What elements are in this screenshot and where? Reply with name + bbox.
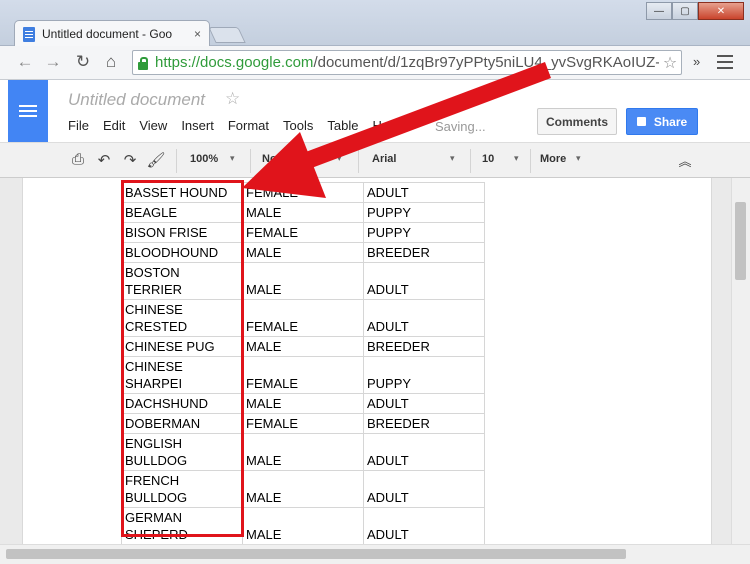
- cell-category[interactable]: ADULT: [363, 470, 485, 508]
- menu-format[interactable]: Format: [228, 118, 269, 133]
- cell-sex[interactable]: MALE: [242, 336, 364, 357]
- cell-sex[interactable]: MALE: [242, 433, 364, 471]
- more-caret-icon: ▾: [576, 153, 581, 163]
- cell-sex[interactable]: MALE: [242, 507, 364, 544]
- font-size-select[interactable]: 10: [482, 153, 494, 165]
- browser-tab[interactable]: Untitled document - Goo ×: [14, 20, 210, 47]
- browser-toolbar: ← → ↻ ⌂ https://docs.google.com/document…: [0, 46, 750, 80]
- menu-help[interactable]: Help: [372, 118, 399, 133]
- menu-view[interactable]: View: [139, 118, 167, 133]
- document-canvas: BASSET HOUND FEMALE ADULT BEAGLE MALE PUPPY BI…: [0, 178, 731, 544]
- menu-tools[interactable]: Tools: [283, 118, 313, 133]
- cell-category[interactable]: ADULT: [363, 393, 485, 414]
- share-button[interactable]: Share: [626, 108, 698, 135]
- extensions-overflow-button[interactable]: »: [693, 54, 700, 69]
- docs-menubar: File Edit View Insert Format Tools Table…: [68, 118, 413, 133]
- paint-format-icon[interactable]: 🖌: [146, 151, 166, 169]
- save-status: Saving...: [435, 119, 486, 134]
- cell-category[interactable]: BREEDER: [363, 336, 485, 357]
- cell-sex[interactable]: MALE: [242, 262, 364, 300]
- hamburger-menu-icon[interactable]: [717, 55, 733, 69]
- browser-titlebar: Untitled document - Goo × — ▢ ✕: [0, 0, 750, 47]
- docs-logo-icon[interactable]: [8, 80, 48, 142]
- undo-icon[interactable]: ↶: [94, 151, 114, 169]
- url-text: https://docs.google.com/document/d/1zqBr…: [155, 54, 659, 71]
- home-icon[interactable]: ⌂: [100, 52, 122, 72]
- menu-table[interactable]: Table: [327, 118, 358, 133]
- menu-edit[interactable]: Edit: [103, 118, 125, 133]
- menu-insert[interactable]: Insert: [181, 118, 214, 133]
- lock-icon: [636, 117, 646, 126]
- back-arrow-icon[interactable]: ←: [14, 52, 36, 72]
- cell-sex[interactable]: FEMALE: [242, 356, 364, 394]
- font-caret-icon: ▾: [450, 153, 455, 163]
- cell-category[interactable]: PUPPY: [363, 202, 485, 223]
- tab-title: Untitled document - Goo: [42, 27, 173, 41]
- bookmark-star-icon[interactable]: ☆: [659, 53, 681, 73]
- new-tab-button[interactable]: [208, 27, 246, 43]
- minimize-button[interactable]: —: [646, 2, 672, 20]
- cell-sex[interactable]: FEMALE: [242, 222, 364, 243]
- cell-category[interactable]: BREEDER: [363, 413, 485, 434]
- tab-close-icon[interactable]: ×: [194, 27, 201, 41]
- zoom-caret-icon: ▾: [230, 153, 235, 163]
- cell-category[interactable]: ADULT: [363, 299, 485, 337]
- size-caret-icon: ▾: [514, 153, 519, 163]
- maximize-button[interactable]: ▢: [672, 2, 698, 20]
- url-path: /document/d/1zqBr97yPPty5niLU4_yvSvgRKAo…: [313, 54, 659, 71]
- address-bar[interactable]: https://docs.google.com/document/d/1zqBr…: [132, 50, 682, 75]
- print-icon[interactable]: ⎙: [68, 151, 88, 168]
- collapse-toolbar-icon[interactable]: ︽: [675, 151, 695, 170]
- cell-category[interactable]: ADULT: [363, 433, 485, 471]
- more-menu[interactable]: More: [540, 153, 566, 165]
- forward-arrow-icon[interactable]: →: [42, 52, 64, 72]
- star-document-icon[interactable]: ☆: [225, 89, 240, 109]
- horizontal-scrollbar[interactable]: [0, 544, 750, 564]
- cell-sex[interactable]: MALE: [242, 242, 364, 263]
- cell-sex[interactable]: FEMALE: [242, 413, 364, 434]
- style-caret-icon: ▾: [337, 153, 342, 163]
- redo-icon[interactable]: ↷: [120, 151, 140, 169]
- cell-sex[interactable]: MALE: [242, 202, 364, 223]
- cell-category[interactable]: BREEDER: [363, 242, 485, 263]
- reload-icon[interactable]: ↻: [72, 52, 94, 72]
- zoom-select[interactable]: 100%: [190, 153, 218, 165]
- ssl-lock-icon: [137, 56, 149, 70]
- close-window-button[interactable]: ✕: [698, 2, 744, 20]
- cell-category[interactable]: ADULT: [363, 507, 485, 544]
- style-select[interactable]: Normal text: [262, 153, 323, 165]
- window-controls: — ▢ ✕: [646, 2, 744, 20]
- url-host: https://docs.google.com: [155, 54, 314, 71]
- font-select[interactable]: Arial: [372, 153, 396, 165]
- document-page[interactable]: BASSET HOUND FEMALE ADULT BEAGLE MALE PUPPY BI…: [22, 178, 712, 544]
- comments-button[interactable]: Comments: [537, 108, 617, 135]
- cell-sex[interactable]: MALE: [242, 470, 364, 508]
- vertical-scrollbar[interactable]: [731, 178, 750, 544]
- cell-category[interactable]: ADULT: [363, 262, 485, 300]
- cell-category[interactable]: PUPPY: [363, 222, 485, 243]
- cell-sex[interactable]: FEMALE: [242, 182, 364, 203]
- cell-category[interactable]: PUPPY: [363, 356, 485, 394]
- menu-file[interactable]: File: [68, 118, 89, 133]
- cell-sex[interactable]: MALE: [242, 393, 364, 414]
- share-label: Share: [653, 114, 688, 129]
- annotation-highlight-box: [121, 180, 244, 537]
- document-title[interactable]: Untitled document: [68, 90, 205, 110]
- vertical-scroll-thumb[interactable]: [735, 202, 746, 280]
- cell-sex[interactable]: FEMALE: [242, 299, 364, 337]
- docs-header: Untitled document ☆ File Edit View Inser…: [0, 80, 750, 142]
- format-toolbar: ⎙ ↶ ↷ 🖌 100% ▾ Normal text ▾ Arial ▾ 10 …: [0, 142, 750, 178]
- docs-favicon-icon: [23, 26, 35, 42]
- horizontal-scroll-thumb[interactable]: [6, 549, 626, 559]
- cell-category[interactable]: ADULT: [363, 182, 485, 203]
